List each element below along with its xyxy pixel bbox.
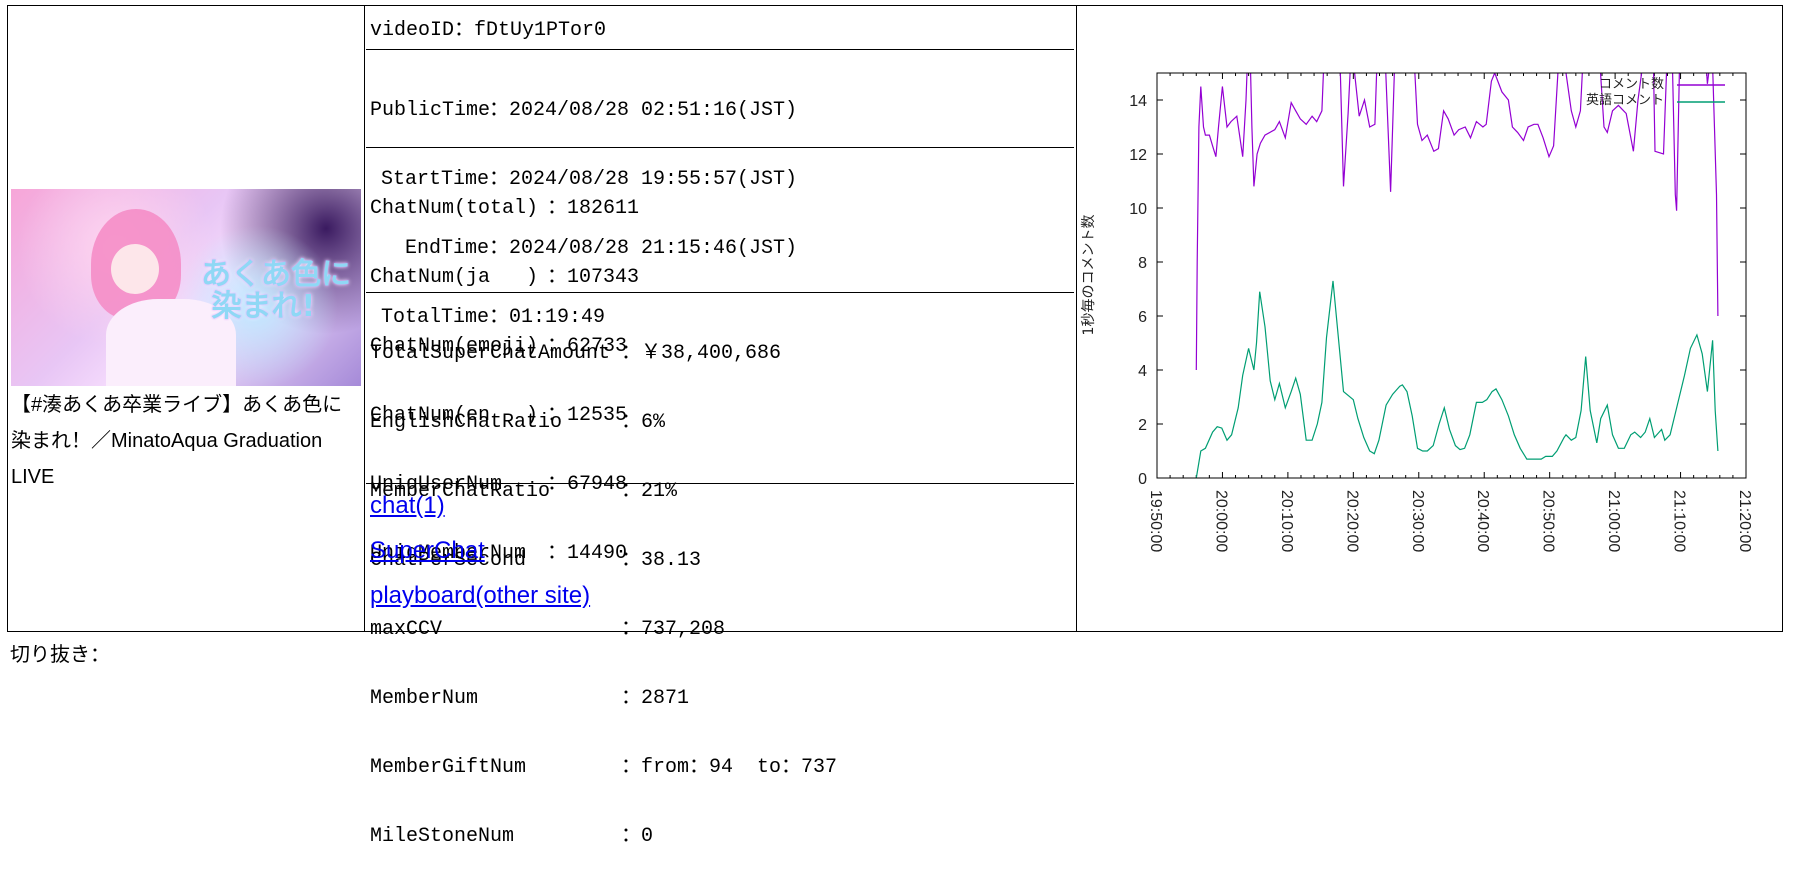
legend: コメント数 英語コメント — [1586, 77, 1725, 108]
y-tick-label: 12 — [1129, 147, 1147, 164]
row-value: 2871 — [641, 687, 690, 710]
x-tick-label: 21:00:00 — [1605, 490, 1622, 552]
row-value: 0 — [641, 825, 654, 848]
x-tick-label: 20:00:00 — [1212, 490, 1229, 552]
x-tick-label: 20:10:00 — [1278, 490, 1295, 552]
x-tick-label: 20:50:00 — [1540, 490, 1557, 552]
row-label: MemberNum — [370, 687, 479, 710]
plot-border — [1156, 72, 1747, 479]
separator: ： — [621, 825, 641, 848]
y-tick-label: 10 — [1129, 201, 1147, 218]
x-tick-label: 21:20:00 — [1736, 490, 1753, 552]
chart-axes: 0 2 4 6 8 10 12 14 19:50:00 20:00:00 20:10:00 20:20… — [1129, 73, 1753, 552]
stat-row: MemberNum ： 2871 — [370, 687, 837, 710]
y-tick-label: 8 — [1138, 255, 1147, 272]
separator: ： — [621, 687, 641, 710]
y-tick-label: 0 — [1138, 471, 1147, 488]
y-axis-label: 1秒毎のコメント数 — [1081, 215, 1097, 336]
y-tick-label: 14 — [1129, 93, 1147, 110]
y-tick-label: 6 — [1138, 309, 1147, 326]
legend-label: 英語コメント — [1586, 92, 1664, 108]
y-tick-label: 2 — [1138, 417, 1147, 434]
y-tick-label: 4 — [1138, 363, 1147, 380]
x-tick-label: 20:20:00 — [1343, 490, 1360, 552]
row-value: from：94 to：737 — [641, 756, 838, 779]
x-tick-label: 20:40:00 — [1474, 490, 1491, 552]
x-tick-label: 20:30:00 — [1409, 490, 1426, 552]
row-label: MemberGiftNum — [370, 756, 527, 779]
stat-row: MileStoneNum ： 0 — [370, 825, 837, 848]
x-tick-label: 21:10:00 — [1671, 490, 1688, 552]
row-label: MileStoneNum — [370, 825, 515, 848]
series-line-english-comments — [1195, 280, 1719, 478]
comment-rate-chart: 0 2 4 6 8 10 12 14 19:50:00 20:00:00 20:10:00 20:20… — [1081, 72, 1753, 552]
legend-label: コメント数 — [1599, 77, 1664, 92]
stat-row: MemberGiftNum ： from：94 to：737 — [370, 756, 837, 779]
separator: ： — [621, 756, 641, 779]
x-tick-label: 19:50:00 — [1147, 490, 1164, 552]
chart-series — [1195, 73, 1719, 478]
